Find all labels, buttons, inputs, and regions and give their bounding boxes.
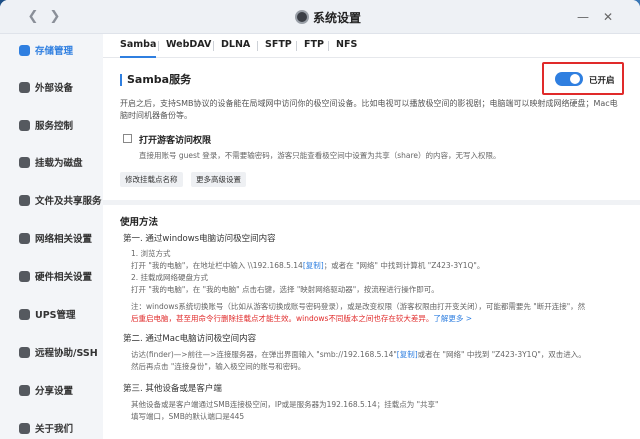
- disk-icon: [19, 156, 30, 168]
- sidebar-item-label: 网络相关设置: [35, 234, 93, 245]
- device-icon: [19, 81, 30, 93]
- step2-line: 访达(finder)—>前往—>连接服务器，在弹出界面输入 "smb://192…: [131, 349, 586, 360]
- windows-note-text: 后重启电脑，甚至用命令行删除挂载点才能生效。windows不同版本之间也存在较大…: [131, 314, 434, 323]
- sidebar-item-storage[interactable]: 存储管理: [6, 34, 102, 66]
- edit-mount-name-button[interactable]: 修改挂载点名称: [120, 172, 183, 187]
- samba-description: 开启之后，支持SMB协议的设备能在局域网中访问你的极空间设备。比如电视可以播放极…: [120, 99, 618, 120]
- sidebar-item-label: 硬件相关设置: [35, 272, 93, 283]
- tab-divider: [213, 41, 214, 51]
- sidebar-item-about[interactable]: 关于我们: [6, 412, 102, 439]
- step1-browse-text2: ；或者在 "网络" 中找到计算机 "Z423-3Y1Q"。: [323, 261, 485, 270]
- samba-toggle[interactable]: [555, 72, 583, 86]
- tab-divider: [328, 41, 329, 51]
- main-content: Samba WebDAV DLNA SFTP FTP NFS Samba服务 已…: [103, 34, 640, 439]
- tab-dlna[interactable]: DLNA: [221, 39, 250, 58]
- info-icon: [19, 422, 30, 434]
- minimize-icon[interactable]: —: [575, 9, 591, 25]
- step1-browse-title: 1. 浏览方式: [131, 249, 171, 258]
- sidebar-item-remote-ssh[interactable]: 远程协助/SSH: [6, 336, 102, 368]
- step2-title: 第二. 通过Mac电脑访问极空间内容: [123, 334, 257, 344]
- samba-toggle-highlight: 已开启: [542, 62, 624, 95]
- sidebar-item-label: 远程协助/SSH: [35, 348, 98, 359]
- step1-browse-line: 打开 "我的电脑"，在地址栏中输入 \\192.168.5.14[复制]；或者在…: [131, 260, 484, 271]
- settings-app-icon: [295, 10, 309, 24]
- tab-divider: [296, 41, 297, 51]
- sidebar-item-external-devices[interactable]: 外部设备: [6, 71, 102, 103]
- step2-text3: 然后再点击 "连接身份"，输入极空间的账号和密码。: [131, 362, 306, 371]
- step1-browse-text: 打开 "我的电脑"，在地址栏中输入 \\192.168.5.14: [131, 261, 303, 270]
- step1-title: 第一. 通过windows电脑访问极空间内容: [123, 234, 276, 244]
- sidebar: 存储管理 外部设备 服务控制 挂载为磁盘 文件及共享服务 网络相关设置 硬件相关…: [0, 34, 103, 439]
- step2-text2: 或者在 "网络" 中找到 "Z423-3Y1Q"，双击进入。: [417, 350, 586, 359]
- step1-map-title: 2. 挂载成网络硬盘方式: [131, 273, 209, 282]
- tab-webdav[interactable]: WebDAV: [166, 39, 211, 58]
- tab-ftp[interactable]: FTP: [304, 39, 324, 58]
- tab-divider: [158, 41, 159, 51]
- copy-link[interactable]: [复制]: [397, 350, 418, 359]
- sidebar-item-label: 外部设备: [35, 83, 74, 94]
- sidebar-item-share-settings[interactable]: 分享设置: [6, 374, 102, 406]
- toggle-knob: [570, 74, 580, 84]
- network-icon: [19, 232, 30, 244]
- step1-map-text: 打开 "我的电脑"，在 "我的电脑" 点击右键，选择 "映射网络驱动器"，按流程…: [131, 285, 439, 294]
- sidebar-item-label: 存储管理: [35, 46, 74, 57]
- learn-more-link[interactable]: 了解更多 >: [433, 314, 472, 323]
- sidebar-item-ups[interactable]: UPS管理: [6, 298, 102, 330]
- section-divider: [103, 200, 640, 205]
- back-icon[interactable]: ❮: [25, 9, 41, 25]
- sidebar-item-label: 文件及共享服务: [35, 196, 102, 207]
- windows-note-line2: 后重启电脑，甚至用命令行删除挂载点才能生效。windows不同版本之间也存在较大…: [131, 313, 472, 324]
- service-icon: [19, 119, 30, 131]
- copy-link[interactable]: [复制]: [303, 261, 324, 270]
- storage-icon: [19, 44, 30, 56]
- ups-icon: [19, 308, 30, 320]
- toggle-status-label: 已开启: [589, 76, 615, 86]
- remote-icon: [19, 346, 30, 358]
- sidebar-item-file-sharing[interactable]: 文件及共享服务: [6, 184, 102, 216]
- hardware-icon: [19, 270, 30, 282]
- sidebar-item-label: 服务控制: [35, 121, 74, 132]
- sidebar-item-hardware[interactable]: 硬件相关设置: [6, 260, 102, 292]
- tab-sftp[interactable]: SFTP: [265, 39, 292, 58]
- tab-samba[interactable]: Samba: [120, 39, 157, 58]
- samba-section-title: Samba服务: [120, 74, 191, 86]
- step3-text: 其他设备或是客户端通过SMB连接极空间，IP或是服务器为192.168.5.14…: [131, 400, 439, 409]
- share-icon: [19, 384, 30, 396]
- window-title: 系统设置: [313, 11, 362, 25]
- step2-text: 访达(finder)—>前往—>连接服务器，在弹出界面输入 "smb://192…: [131, 350, 397, 359]
- sidebar-item-network[interactable]: 网络相关设置: [6, 222, 102, 254]
- sidebar-item-mount-disk[interactable]: 挂载为磁盘: [6, 146, 102, 178]
- sidebar-item-label: 分享设置: [35, 386, 74, 397]
- forward-icon[interactable]: ❯: [47, 9, 63, 25]
- guest-access-hint: 直接用账号 guest 登录，不需要输密码，游客只能查看极空间中设置为共享（sh…: [139, 151, 501, 160]
- close-icon[interactable]: ✕: [600, 9, 616, 25]
- windows-note-line1: 注：windows系统切换账号（比如从游客切换成账号密码登录），或是改变权限（游…: [131, 302, 586, 311]
- advanced-settings-button[interactable]: 更多高级设置: [191, 172, 246, 187]
- sidebar-item-label: 关于我们: [35, 424, 74, 435]
- sidebar-item-label: UPS管理: [35, 310, 76, 321]
- sidebar-item-label: 挂载为磁盘: [35, 158, 83, 169]
- share-folder-icon: [19, 194, 30, 206]
- title-bar: ❮ ❯ 系统设置 — ✕: [0, 0, 640, 34]
- step3-text2: 填写端口，SMB的默认端口是445: [131, 412, 245, 421]
- guest-access-label: 打开游客访问权限: [139, 136, 212, 146]
- tab-divider: [257, 41, 258, 51]
- usage-title: 使用方法: [120, 217, 159, 228]
- tab-bar: Samba WebDAV DLNA SFTP FTP NFS: [103, 34, 640, 58]
- step3-title: 第三. 其他设备或是客户端: [123, 384, 222, 394]
- tab-nfs[interactable]: NFS: [336, 39, 357, 58]
- guest-access-checkbox[interactable]: [123, 134, 132, 143]
- sidebar-item-service-control[interactable]: 服务控制: [6, 109, 102, 141]
- settings-window: ❮ ❯ 系统设置 — ✕ 存储管理 外部设备 服务控制 挂载为磁盘 文件及共享服…: [0, 0, 640, 439]
